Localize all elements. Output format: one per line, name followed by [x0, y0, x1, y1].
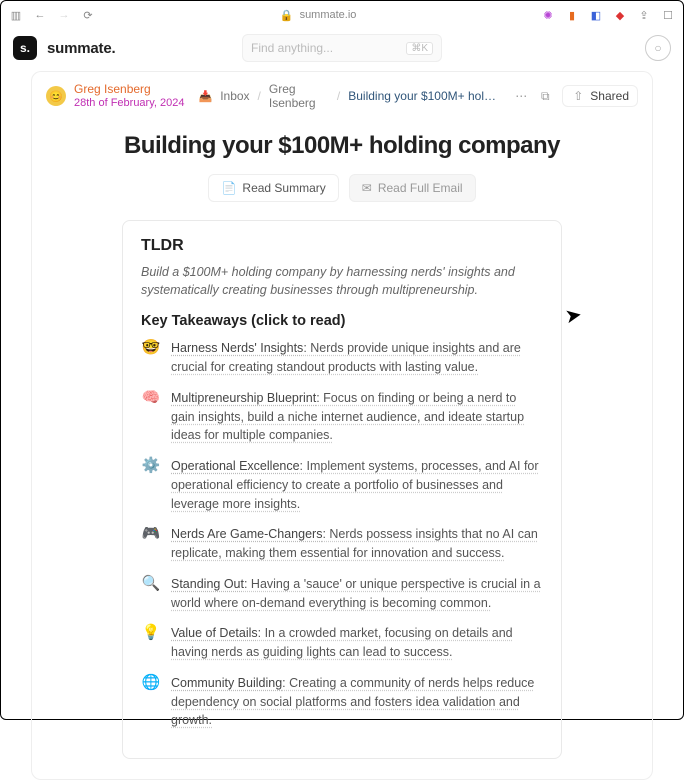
breadcrumb: 📥 Inbox / Greg Isenberg / Building your … [198, 82, 500, 110]
sidebar-toggle-icon[interactable]: ▥ [9, 8, 23, 22]
author-date: 28th of February, 2024 [74, 97, 184, 110]
takeaway-item[interactable]: 🤓 Harness Nerds' Insights: Nerds provide … [141, 339, 543, 377]
app-logo[interactable]: s. [13, 36, 37, 60]
takeaway-emoji: 💡 [141, 624, 161, 662]
tab-full-label: Read Full Email [378, 181, 463, 195]
link-icon[interactable]: ⧉ [538, 89, 552, 103]
tldr-text: Build a $100M+ holding company by harnes… [141, 263, 543, 299]
url-text[interactable]: summate.io [300, 9, 357, 21]
app-header: s. summate. Find anything... ⌘K ○ [1, 29, 683, 67]
takeaway-emoji: 🤓 [141, 339, 161, 377]
takeaway-lead: Community Building [171, 676, 282, 690]
brand-name[interactable]: summate. [47, 40, 115, 57]
author-avatar-icon: 😊 [46, 86, 66, 106]
user-avatar[interactable]: ○ [645, 35, 671, 61]
inbox-icon: 📥 [198, 90, 212, 103]
takeaway-text: Value of Details: In a crowded market, f… [171, 624, 543, 662]
share-icon[interactable]: ⇪ [637, 8, 651, 22]
takeaway-lead: Value of Details [171, 626, 258, 640]
search-placeholder: Find anything... [251, 41, 406, 55]
author-block[interactable]: 😊 Greg Isenberg 28th of February, 2024 [46, 83, 184, 109]
lock-icon: 🔒 [280, 8, 294, 22]
search-kbd: ⌘K [406, 42, 433, 55]
ext-icon-3[interactable]: ◧ [589, 8, 603, 22]
reload-icon[interactable]: ⟳ [81, 8, 95, 22]
more-icon[interactable]: ⋯ [514, 89, 528, 103]
crumb-inbox[interactable]: Inbox [220, 89, 249, 103]
crumb-author[interactable]: Greg Isenberg [269, 82, 329, 110]
takeaway-lead: Multipreneurship Blueprint [171, 391, 316, 405]
takeaway-text: Community Building: Creating a community… [171, 674, 543, 730]
takeaway-lead: Nerds Are Game-Changers [171, 527, 322, 541]
browser-chrome: ▥ ← → ⟳ 🔒 summate.io ✺ ▮ ◧ ◆ ⇪ ☐ [1, 1, 683, 29]
takeaway-item[interactable]: 🧠Multipreneurship Blueprint: Focus on fi… [141, 389, 543, 445]
mail-icon: ✉︎ [362, 181, 372, 195]
back-icon[interactable]: ← [33, 8, 47, 22]
shared-label: Shared [590, 89, 629, 103]
document-body: Building your $100M+ holding company 📄 R… [31, 120, 653, 780]
author-name: Greg Isenberg [74, 83, 184, 97]
takeaway-text: Harness Nerds' Insights: Nerds provide u… [171, 339, 543, 377]
takeaway-emoji: 🔍 [141, 575, 161, 613]
takeaway-text: Operational Excellence: Implement system… [171, 457, 543, 513]
summary-card: TLDR Build a $100M+ holding company by h… [122, 220, 562, 759]
takeaway-emoji: 🌐 [141, 674, 161, 730]
tab-read-full-email[interactable]: ✉︎ Read Full Email [349, 174, 476, 202]
takeaway-text: Standing Out: Having a 'sauce' or unique… [171, 575, 543, 613]
takeaway-item[interactable]: 💡 Value of Details: In a crowded market, … [141, 624, 543, 662]
takeaway-text: Nerds Are Game-Changers: Nerds possess i… [171, 525, 543, 563]
takeaway-item[interactable]: ⚙️Operational Excellence: Implement syst… [141, 457, 543, 513]
takeaway-lead: Operational Excellence [171, 459, 300, 473]
takeaway-emoji: 🧠 [141, 389, 161, 445]
crumb-title[interactable]: Building your $100M+ holding com... [348, 89, 500, 103]
takeaway-lead: Standing Out [171, 577, 244, 591]
takeaway-emoji: 🎮 [141, 525, 161, 563]
forward-icon[interactable]: → [57, 8, 71, 22]
ext-icon-4[interactable]: ◆ [613, 8, 627, 22]
takeaway-emoji: ⚙️ [141, 457, 161, 513]
meta-bar: 😊 Greg Isenberg 28th of February, 2024 📥… [31, 71, 653, 120]
takeaway-lead: Harness Nerds' Insights [171, 341, 303, 355]
upload-icon: ⇧ [571, 89, 585, 103]
doc-icon: 📄 [221, 181, 236, 195]
tabs-icon[interactable]: ☐ [661, 8, 675, 22]
tab-summary-label: Read Summary [242, 181, 325, 195]
tldr-heading: TLDR [141, 237, 543, 255]
tab-read-summary[interactable]: 📄 Read Summary [208, 174, 338, 202]
page-title: Building your $100M+ holding company [32, 128, 652, 174]
search-input[interactable]: Find anything... ⌘K [242, 34, 442, 62]
takeaway-item[interactable]: 🎮 Nerds Are Game-Changers: Nerds possess … [141, 525, 543, 563]
key-takeaways-heading: Key Takeaways (click to read) [141, 313, 543, 329]
ext-icon-2[interactable]: ▮ [565, 8, 579, 22]
takeaway-item[interactable]: 🔍 Standing Out: Having a 'sauce' or uniqu… [141, 575, 543, 613]
ext-icon-1[interactable]: ✺ [541, 8, 555, 22]
takeaway-item[interactable]: 🌐Community Building: Creating a communit… [141, 674, 543, 730]
shared-button[interactable]: ⇧ Shared [562, 85, 638, 107]
takeaway-text: Multipreneurship Blueprint: Focus on fin… [171, 389, 543, 445]
